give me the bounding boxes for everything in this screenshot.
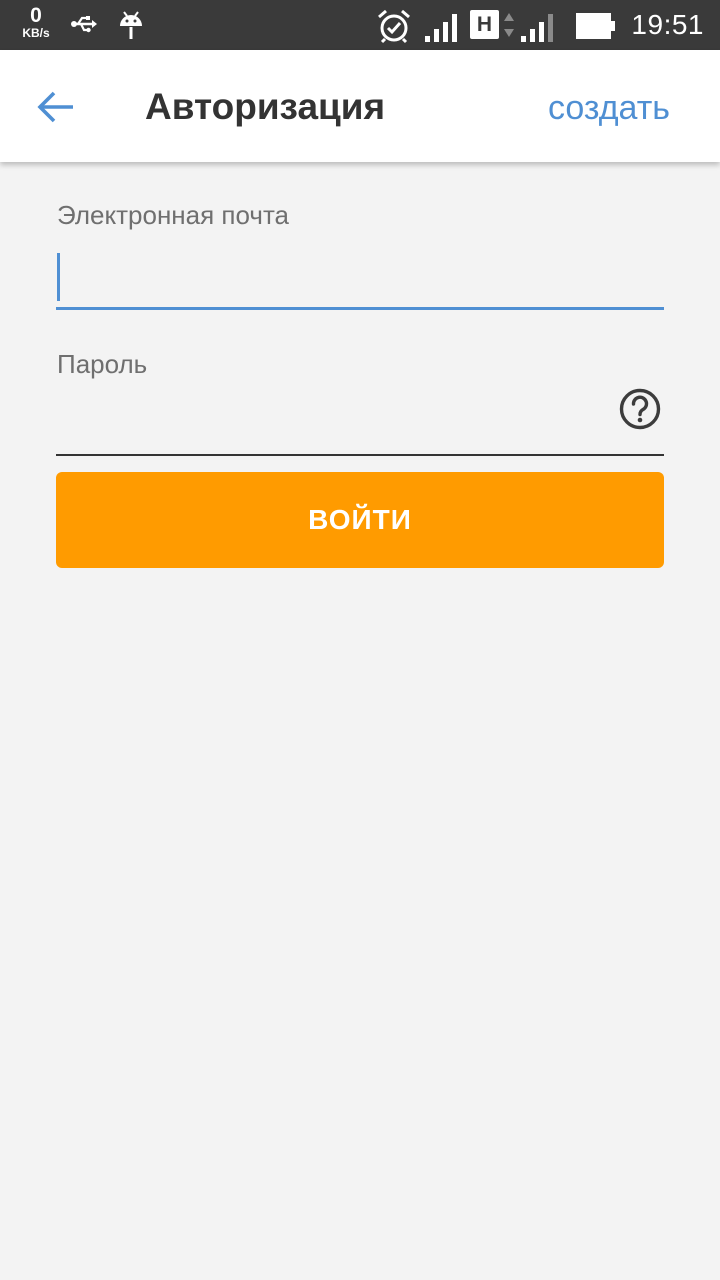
alarm-icon: [376, 8, 412, 49]
usb-icon: [70, 13, 98, 40]
status-bar: 0 KB/s H 19:51: [0, 0, 720, 50]
question-circle-icon[interactable]: [618, 387, 662, 431]
email-field: [56, 250, 664, 310]
password-field: [56, 382, 664, 456]
login-button[interactable]: ВОЙТИ: [56, 472, 664, 568]
android-debug-icon: [118, 9, 144, 46]
signal-icon: [520, 12, 556, 47]
signal-icon: [424, 12, 462, 47]
network-h-icon: H: [470, 10, 499, 39]
network-speed-value: 0: [30, 4, 42, 27]
network-speed: 0 KB/s: [14, 5, 58, 39]
page-title: Авторизация: [145, 86, 386, 127]
email-input[interactable]: [56, 250, 664, 307]
email-label: Электронная почта: [57, 200, 290, 230]
arrow-back-icon: [37, 91, 73, 123]
create-account-link[interactable]: создать: [548, 86, 670, 130]
password-label: Пароль: [57, 349, 148, 379]
battery-icon: [576, 13, 616, 44]
back-button[interactable]: [30, 83, 82, 131]
text-cursor: [57, 253, 60, 301]
network-speed-unit: KB/s: [22, 26, 50, 40]
app-bar: Авторизация создать: [0, 50, 720, 162]
data-arrows-icon: [502, 11, 516, 44]
password-input[interactable]: [56, 382, 664, 454]
clock: 19:51: [631, 9, 704, 40]
